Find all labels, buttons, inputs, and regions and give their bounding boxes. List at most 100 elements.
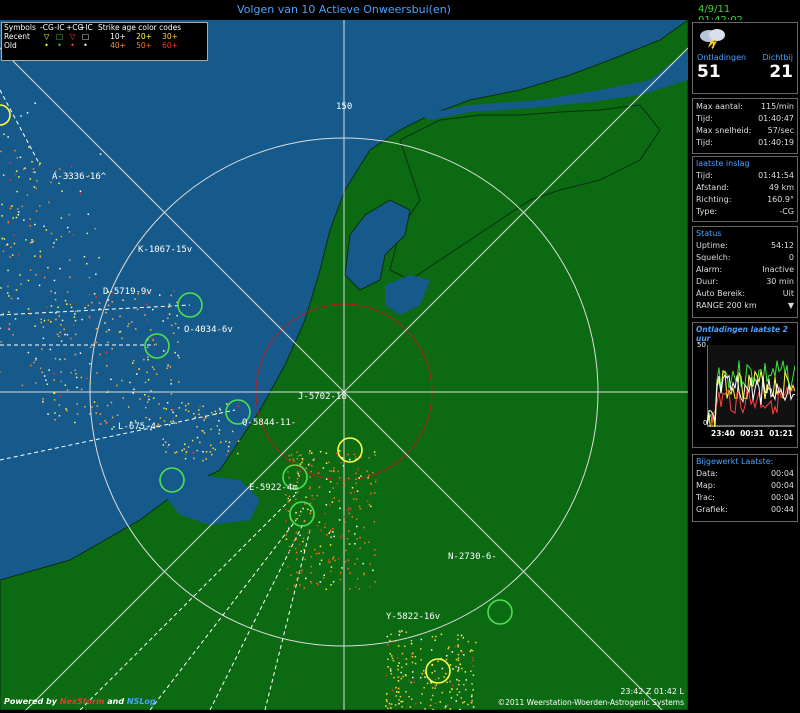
updated-value: 00:44: [770, 505, 794, 514]
last-strike-row: Afstand: 49 km: [693, 182, 797, 194]
status-row: Auto Bereik: Uit: [693, 288, 797, 300]
updated-key: Map:: [696, 481, 716, 490]
cell-label-q[interactable]: Q-5844-11-: [242, 418, 296, 428]
last-strike-panel: laatste inslag Tijd: 01:41:54 Afstand: 49 …: [692, 156, 798, 222]
graph-x-label: 23:40: [711, 429, 735, 438]
powered-nslog: NSLog: [126, 697, 156, 706]
dichtbij-label: Dichtbij: [762, 53, 793, 62]
last-strike-key: Type:: [696, 207, 718, 216]
updated-title: Bijgewerkt Laatste:: [696, 457, 774, 466]
updated-value: 00:04: [770, 469, 794, 478]
last-strike-row: Richting: 160.9°: [693, 194, 797, 206]
rate-row: Max aantal: 115/min: [693, 101, 797, 113]
legend-code-30: 30+: [162, 32, 178, 41]
updated-key: Data:: [696, 469, 718, 478]
legend-code-60: 60+: [162, 41, 178, 50]
status-key: Squelch:: [696, 253, 731, 262]
ontladingen-value: 51: [697, 62, 721, 82]
legend-recent-cg-pos: ▽: [69, 32, 76, 41]
last-strike-value: 160.9°: [767, 195, 794, 204]
cell-label-k[interactable]: K-1067-15v: [138, 245, 192, 255]
powered-and: and: [107, 697, 125, 706]
last-strike-key: Afstand:: [696, 183, 730, 192]
rate-key: Max snelheid:: [696, 126, 752, 135]
last-strike-title: laatste inslag: [696, 159, 750, 168]
last-strike-row: Tijd: 01:41:54: [693, 170, 797, 182]
legend-old-cg-neg: •: [44, 41, 49, 50]
rate-value: 01:40:47: [758, 114, 794, 123]
graph-x-label: 01:21: [769, 429, 793, 438]
legend-code-50: 50+: [136, 41, 152, 50]
powered-nexstorm: NexStorm: [59, 697, 105, 706]
cell-label-d[interactable]: D-5719-9v: [103, 287, 152, 297]
map-time: 23:42 Z 01:42 L: [620, 687, 684, 696]
legend-recent-ic-neg: □: [55, 32, 64, 41]
last-strike-key: Richting:: [696, 195, 732, 204]
legend-old-cg-pos: •: [70, 41, 75, 50]
updated-key: Grafiek:: [696, 505, 728, 514]
status-symbol: -: [711, 41, 715, 53]
cell-circle-a: [0, 104, 11, 126]
rate-row: Tijd: 01:40:19: [693, 137, 797, 149]
status-value: 0: [788, 253, 794, 262]
legend-h-cg-pos: +CG: [66, 23, 84, 32]
legend-h-ic-neg: -IC: [54, 23, 65, 32]
cell-label-j[interactable]: J-5702-18: [298, 392, 347, 402]
legend-symbols-label: Symbols: [4, 23, 36, 32]
cell-label-n[interactable]: N-2730-6-: [448, 552, 497, 562]
range-ring-label: 150: [336, 102, 353, 112]
rate-key: Tijd:: [696, 114, 713, 123]
rate-key: Max aantal:: [696, 102, 743, 111]
status-key: Alarm:: [696, 265, 723, 274]
cell-label-o[interactable]: O-4034-6v: [184, 325, 233, 335]
status-panel: Status Uptime: 54:12 Squelch: 0 Alarm: Inac…: [692, 226, 798, 318]
top-bar: Volgen van 10 Actieve Onweersbui(en) 4/9…: [0, 0, 800, 26]
map-canvas: [0, 20, 688, 710]
updated-value: 00:04: [770, 493, 794, 502]
graph-title: Ontladingen laatste 2 uur: [696, 325, 788, 343]
symbol-legend: Symbols -CG -IC +CG +IC Strike age color…: [1, 22, 208, 61]
updated-value: 00:04: [770, 481, 794, 490]
legend-h-ic-pos: +IC: [79, 23, 93, 32]
side-panel: - Ontladingen Dichtbij 51 21 Max aantal:…: [690, 20, 800, 713]
rate-value: 115/min: [760, 102, 794, 111]
status-title: Status: [696, 229, 722, 238]
updated-panel: Bijgewerkt Laatste: Data: 00:04 Map: 00:04…: [692, 454, 798, 522]
status-key: Auto Bereik:: [696, 289, 746, 298]
rate-row: Max snelheid: 57/sec: [693, 125, 797, 137]
legend-recent-label: Recent: [4, 32, 30, 41]
last-strike-value: -CG: [779, 207, 794, 216]
cell-label-y[interactable]: Y-5822-16v: [386, 612, 440, 622]
lightning-map[interactable]: Symbols -CG -IC +CG +IC Strike age color…: [0, 20, 688, 710]
last-strike-key: Tijd:: [696, 171, 713, 180]
range-select[interactable]: RANGE 200 km ▼: [693, 300, 797, 312]
legend-age-label: Strike age color codes: [98, 23, 182, 32]
graph-x-label: 00:31: [740, 429, 764, 438]
graph-panel: Ontladingen laatste 2 uur 50 0 23:40 00:…: [692, 322, 798, 448]
status-value: Inactive: [762, 265, 794, 274]
status-row: Duur: 30 min: [693, 276, 797, 288]
cell-label-a[interactable]: A-3336-16^: [52, 172, 106, 182]
graph-ymax: 50: [697, 341, 706, 349]
last-strike-value: 49 km: [768, 183, 794, 192]
updated-row: Trac: 00:04: [693, 492, 797, 504]
legend-code-20: 20+: [136, 32, 152, 41]
legend-code-40: 40+: [110, 41, 126, 50]
updated-row: Grafiek: 00:44: [693, 504, 797, 516]
last-strike-value: 01:41:54: [758, 171, 794, 180]
rate-value: 57/sec: [767, 126, 794, 135]
strike-rate-graph: [707, 345, 795, 427]
status-key: Duur:: [696, 277, 719, 286]
rate-value: 01:40:19: [758, 138, 794, 147]
counts-panel: - Ontladingen Dichtbij 51 21: [692, 22, 798, 94]
last-strike-row: Type: -CG: [693, 206, 797, 218]
rate-key: Tijd:: [696, 138, 713, 147]
cell-label-l[interactable]: L-675-4-: [118, 422, 161, 432]
cell-label-e[interactable]: E-5922-4m: [249, 483, 298, 493]
legend-old-label: Old: [4, 41, 17, 50]
rates-panel: Max aantal: 115/min Tijd: 01:40:47 Max sne…: [692, 98, 798, 154]
chevron-down-icon[interactable]: ▼: [788, 300, 794, 312]
status-row: Uptime: 54:12: [693, 240, 797, 252]
legend-recent-cg-neg: ▽: [43, 32, 50, 41]
legend-old-ic-pos: •: [83, 41, 88, 50]
